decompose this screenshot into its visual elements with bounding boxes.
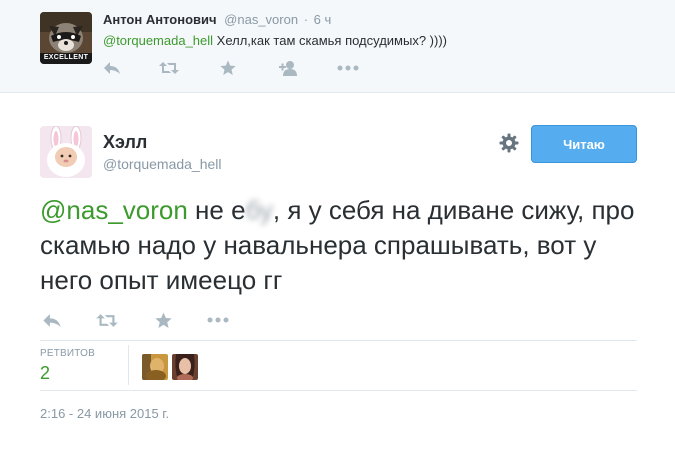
separator-dot: · — [303, 12, 309, 27]
parent-avatar[interactable]: EXCELLENT — [40, 12, 92, 64]
retweet-icon[interactable] — [159, 60, 179, 76]
parent-actions — [103, 60, 373, 76]
retweets-count[interactable]: 2 — [40, 363, 50, 384]
main-username[interactable]: @torquemada_hell — [103, 156, 222, 172]
main-mention-link[interactable]: @nas_voron — [40, 195, 188, 225]
follow-icon[interactable] — [279, 60, 299, 76]
main-avatar[interactable] — [40, 126, 92, 178]
parent-tweet: EXCELLENT Антон Антонович @nas_voron · 6… — [0, 0, 675, 93]
main-actions — [40, 311, 260, 329]
favorite-icon[interactable] — [219, 60, 237, 76]
reply-icon[interactable] — [42, 311, 62, 329]
parent-fullname[interactable]: Антон Антонович — [103, 12, 217, 27]
avatar-badge-text: EXCELLENT — [43, 54, 89, 61]
parent-username[interactable]: @nas_voron — [224, 12, 298, 27]
more-icon[interactable] — [206, 311, 230, 329]
reply-icon[interactable] — [103, 60, 121, 76]
retweet-icon[interactable] — [96, 311, 118, 329]
retweeter-avatar[interactable] — [142, 354, 168, 380]
stats-divider-top — [40, 340, 637, 341]
more-icon[interactable] — [337, 60, 359, 76]
parent-tweet-text: @torquemada_hell Хелл,как там скамья под… — [103, 33, 447, 48]
stats-divider-bottom — [40, 390, 637, 391]
favorite-icon[interactable] — [154, 311, 172, 329]
parent-mention-link[interactable]: @torquemada_hell — [103, 33, 213, 48]
retweets-label: РЕТВИТОВ — [40, 348, 96, 359]
following-button[interactable]: Читаю — [531, 125, 637, 163]
parent-time[interactable]: 6 ч — [314, 12, 332, 27]
main-tweet-text: @nas_voron не ебу, я у себя на диване си… — [40, 193, 640, 298]
main-fullname[interactable]: Хэлл — [103, 132, 147, 153]
main-text-part-1: не е — [187, 195, 246, 225]
retweeter-avatar[interactable] — [172, 354, 198, 380]
stats-vertical-divider — [128, 345, 129, 385]
censored-text: бу — [245, 195, 273, 225]
gear-icon[interactable] — [498, 132, 520, 154]
parent-header: Антон Антонович @nas_voron · 6 ч — [103, 12, 331, 27]
parent-text-body: Хелл,как там скамья подсудимых? )))) — [213, 33, 447, 48]
tweet-timestamp[interactable]: 2:16 - 24 июня 2015 г. — [40, 406, 169, 421]
